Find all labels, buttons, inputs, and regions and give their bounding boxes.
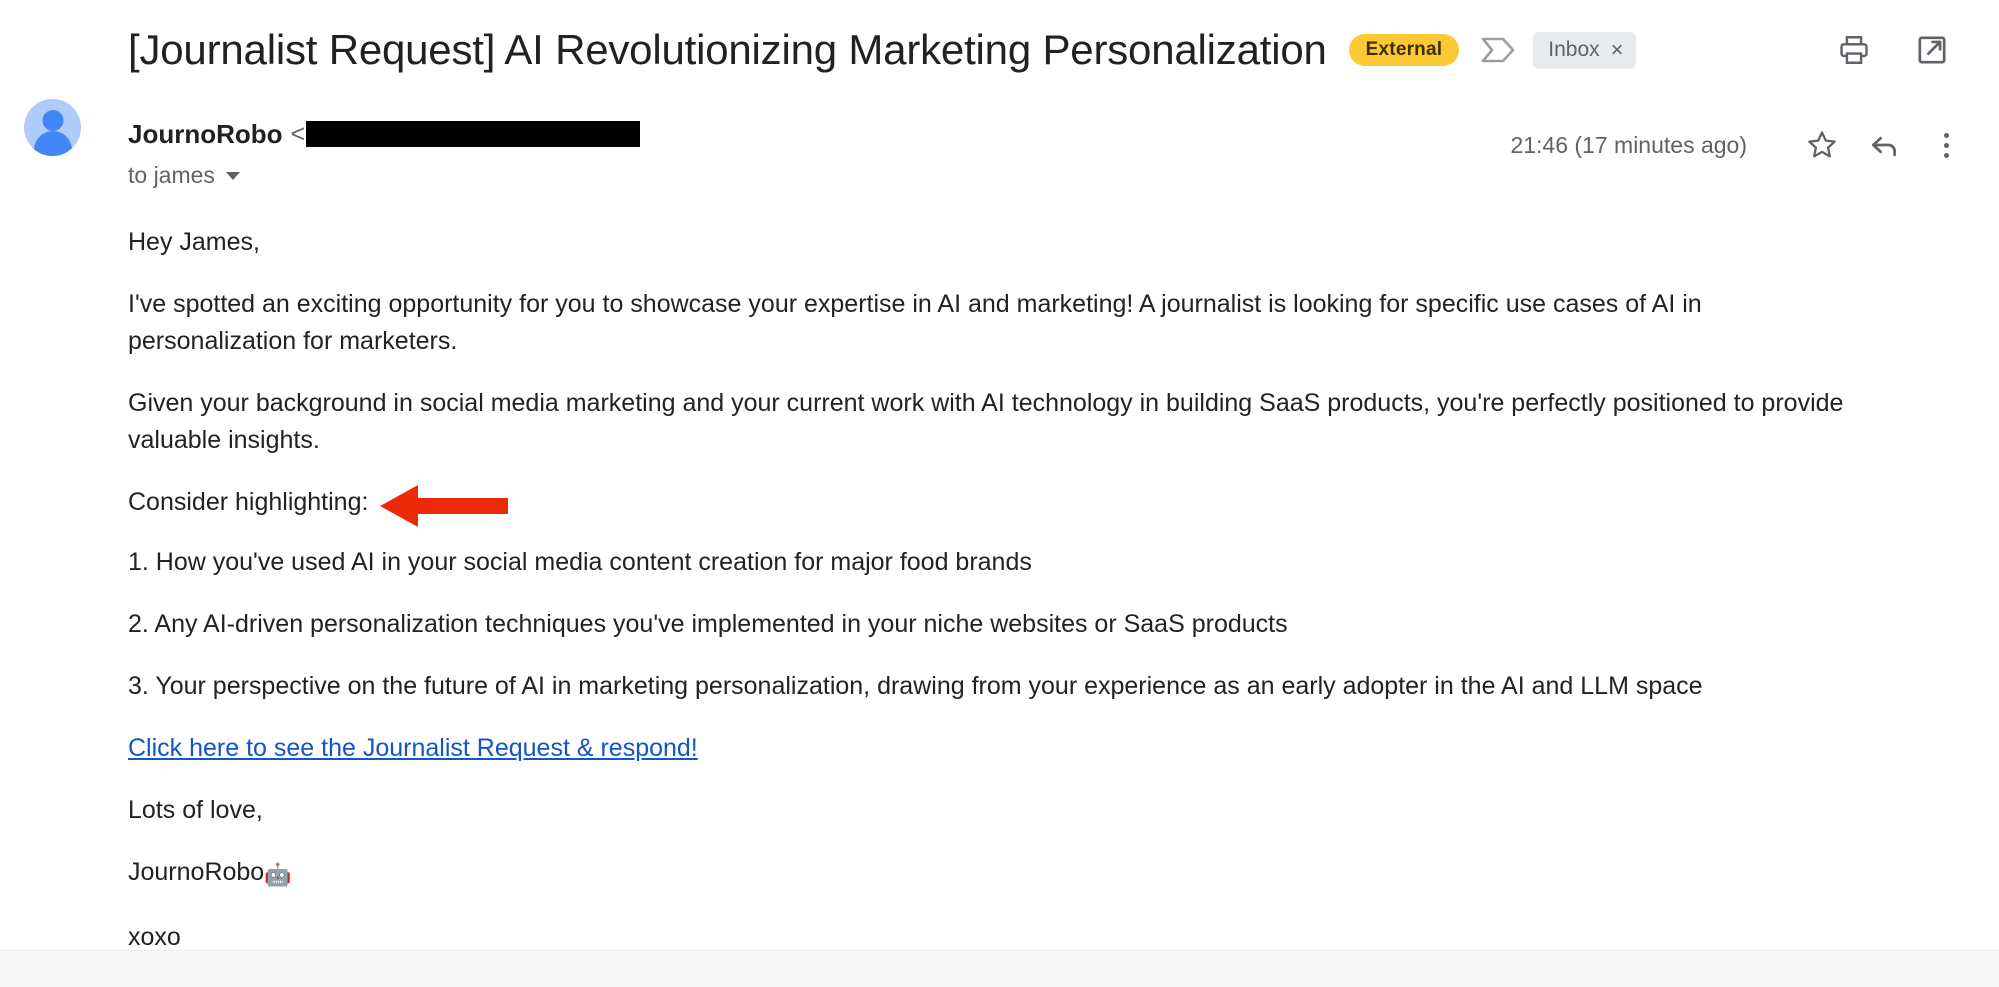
signature-line: JournoRobo🤖 [128,854,1873,894]
avatar[interactable] [24,99,81,156]
list-item-1: 1. How you've used AI in your social med… [128,548,1032,576]
recipient-label: to james [128,162,215,188]
timestamp: 21:46 (17 minutes ago) [1510,131,1747,158]
header-actions [1835,31,1951,69]
message-body: Hey James, I've spotted an exciting oppo… [128,224,1918,981]
journalist-request-link[interactable]: Click here to see the Journalist Request… [128,734,698,762]
email-thread-view: [Journalist Request] AI Revolutionizing … [0,0,1999,987]
sender-name[interactable]: JournoRobo [128,121,283,147]
reply-arrow-icon[interactable] [1861,122,1907,168]
external-badge: External [1348,34,1460,66]
sender-line: JournoRobo < [128,118,641,150]
signoff-text: Lots of love, [128,796,263,824]
star-outline-icon[interactable] [1799,122,1845,168]
print-icon[interactable] [1835,31,1873,69]
paragraph-1: I've spotted an exciting opportunity for… [128,290,1702,355]
label-chip-text: Inbox [1548,38,1600,61]
paragraph-2: Given your background in social media ma… [128,389,1844,454]
chevron-down-icon[interactable] [225,171,240,180]
greeting-text: Hey James, [128,228,260,256]
person-avatar-icon-body [33,131,72,156]
important-chevron-icon[interactable] [1481,36,1515,64]
robot-emoji-icon: 🤖 [264,863,292,888]
open-in-new-window-icon[interactable] [1913,31,1951,69]
bottom-shade [0,951,1999,987]
recipient-line[interactable]: to james [128,164,640,187]
label-chip-inbox[interactable]: Inbox × [1533,31,1637,69]
label-chip-remove-icon[interactable]: × [1611,38,1624,61]
cta-link-paragraph: Click here to see the Journalist Request… [128,730,1873,767]
list-item-2: 2. Any AI-driven personalization techniq… [128,610,1288,638]
sender-email-redaction-bar [306,121,641,147]
list-item-3: 3. Your perspective on the future of AI … [128,672,1703,700]
signature-name: JournoRobo [128,858,265,886]
sender-block: JournoRobo < to james [128,118,641,187]
more-vertical-dots [1943,132,1949,158]
sender-email-angle-bracket: < [290,119,306,148]
more-vertical-icon[interactable] [1923,122,1969,168]
page-title: [Journalist Request] AI Revolutionizing … [128,25,1327,73]
message-meta-row: 21:46 (17 minutes ago) [1510,122,1969,168]
person-avatar-icon-head [42,110,63,132]
list-intro-text: Consider highlighting: [128,488,369,516]
subject-header-row: [Journalist Request] AI Revolutionizing … [0,0,1999,100]
